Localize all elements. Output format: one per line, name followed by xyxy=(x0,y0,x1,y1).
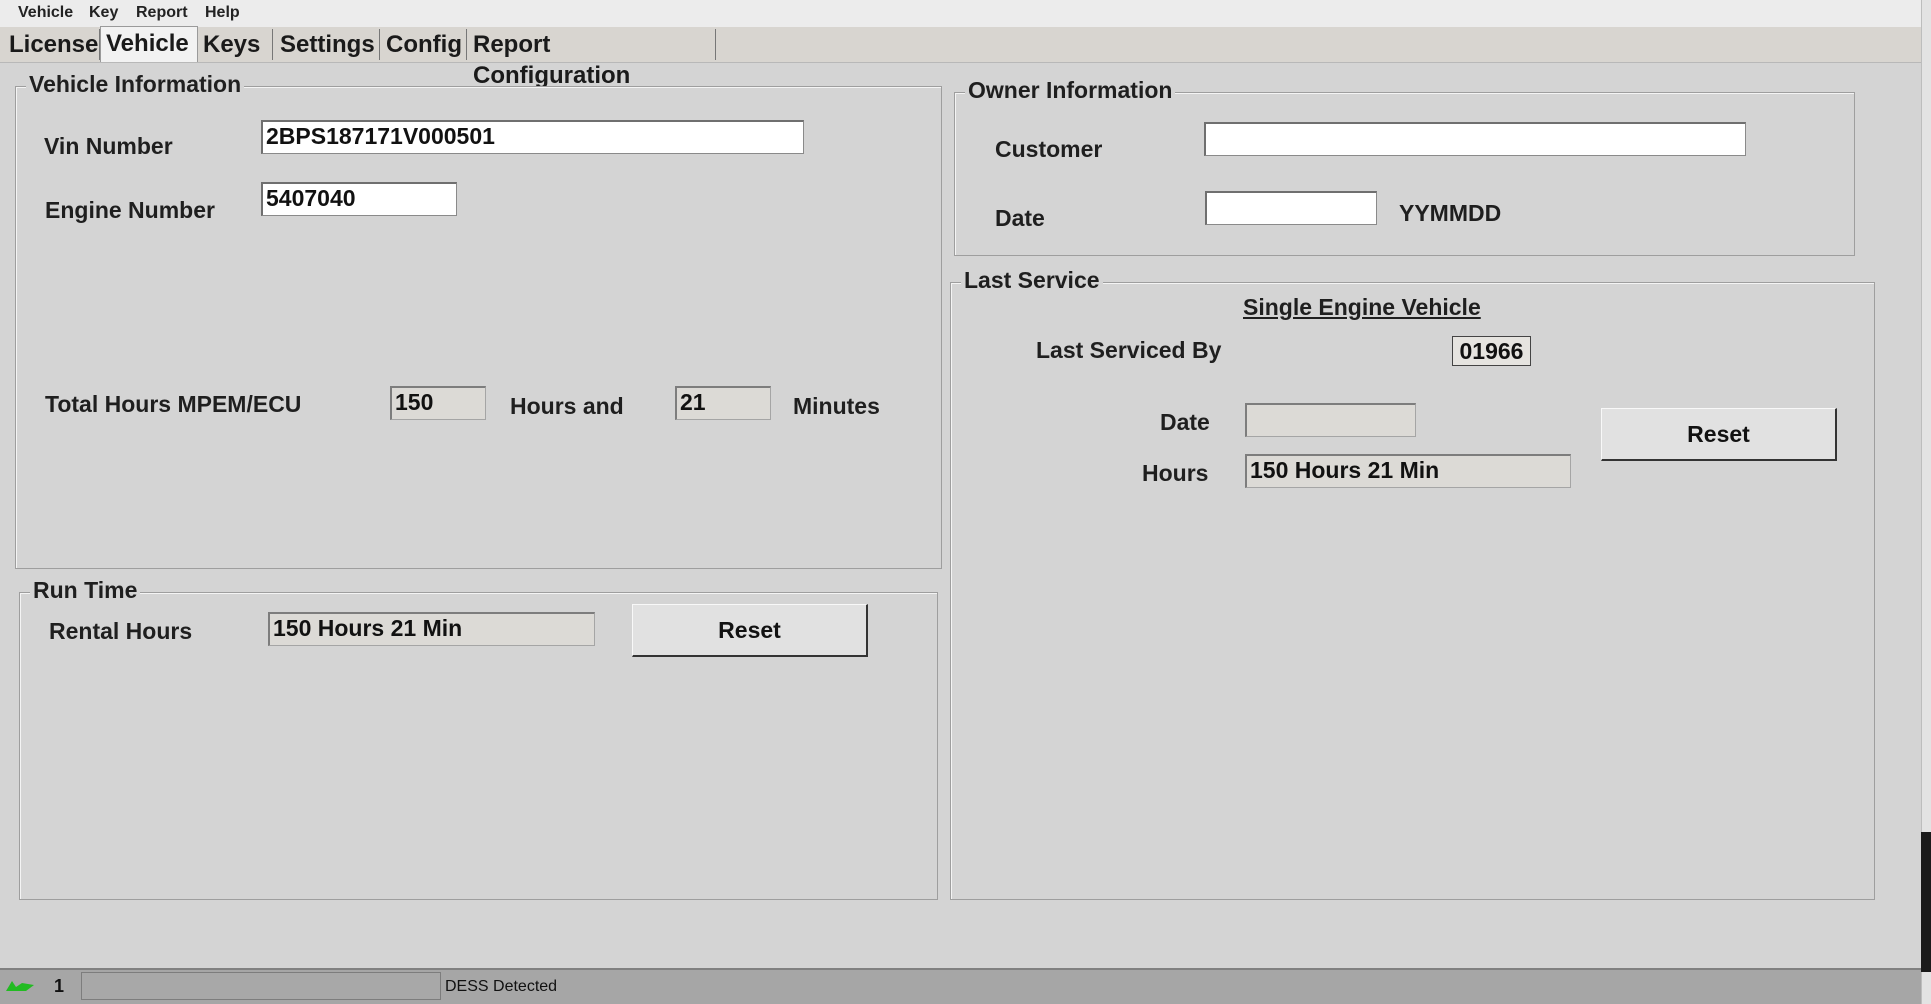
vehicle-information-title: Vehicle Information xyxy=(26,71,245,98)
last-serviced-by-label: Last Serviced By xyxy=(1036,337,1222,363)
owner-information-group: Owner Information xyxy=(954,77,1855,256)
date-format-label: YYMMDD xyxy=(1399,200,1502,226)
last-service-reset-button[interactable]: Reset xyxy=(1601,408,1837,461)
tab-config[interactable]: Config xyxy=(381,29,467,60)
run-time-reset-button[interactable]: Reset xyxy=(632,604,868,657)
single-engine-vehicle-heading: Single Engine Vehicle xyxy=(1243,294,1481,320)
tab-license[interactable]: License xyxy=(4,29,100,60)
run-time-title: Run Time xyxy=(30,577,141,604)
owner-date-field[interactable] xyxy=(1205,191,1377,225)
status-count: 1 xyxy=(54,976,65,996)
total-hours-label: Total Hours MPEM/ECU xyxy=(45,391,302,417)
engine-number-label: Engine Number xyxy=(45,197,215,223)
tab-settings[interactable]: Settings xyxy=(275,29,380,60)
status-progress-field xyxy=(81,972,441,1000)
engine-number-field[interactable]: 5407040 xyxy=(261,182,457,216)
rental-hours-field: 150 Hours 21 Min xyxy=(268,612,595,646)
menu-key[interactable]: Key xyxy=(89,4,118,22)
last-service-date-label: Date xyxy=(1160,409,1210,435)
owner-information-title: Owner Information xyxy=(965,77,1176,104)
minutes-label: Minutes xyxy=(793,393,880,419)
last-service-group: Last Service xyxy=(950,267,1875,900)
status-message: DESS Detected xyxy=(445,978,558,995)
window-edge-shadow xyxy=(1921,832,1931,972)
owner-date-label: Date xyxy=(995,205,1045,231)
last-service-hours-label: Hours xyxy=(1142,460,1209,486)
tab-keys[interactable]: Keys xyxy=(198,29,273,60)
vin-number-label: Vin Number xyxy=(44,133,173,159)
last-service-date-field xyxy=(1245,403,1416,437)
menu-vehicle[interactable]: Vehicle xyxy=(18,4,73,22)
customer-field[interactable] xyxy=(1204,122,1746,156)
rental-hours-label: Rental Hours xyxy=(49,618,193,644)
customer-label: Customer xyxy=(995,136,1103,162)
total-hours-field: 150 xyxy=(390,386,486,420)
connection-icon xyxy=(6,981,34,991)
last-serviced-by-value: 01966 xyxy=(1452,336,1531,366)
vin-number-field[interactable]: 2BPS187171V000501 xyxy=(261,120,804,154)
last-service-title: Last Service xyxy=(961,267,1103,294)
tab-report-configuration[interactable]: Report Configuration xyxy=(468,29,716,89)
tab-bar: License Vehicle Keys Settings Config Rep… xyxy=(0,26,1921,89)
menu-help[interactable]: Help xyxy=(205,4,240,22)
hours-and-label: Hours and xyxy=(510,393,624,419)
menu-report[interactable]: Report xyxy=(136,4,188,22)
menu-bar: Vehicle Key Report Help xyxy=(0,0,1921,28)
total-minutes-field: 21 xyxy=(675,386,771,420)
tab-vehicle[interactable]: Vehicle xyxy=(100,26,198,62)
last-service-hours-field: 150 Hours 21 Min xyxy=(1245,454,1571,488)
